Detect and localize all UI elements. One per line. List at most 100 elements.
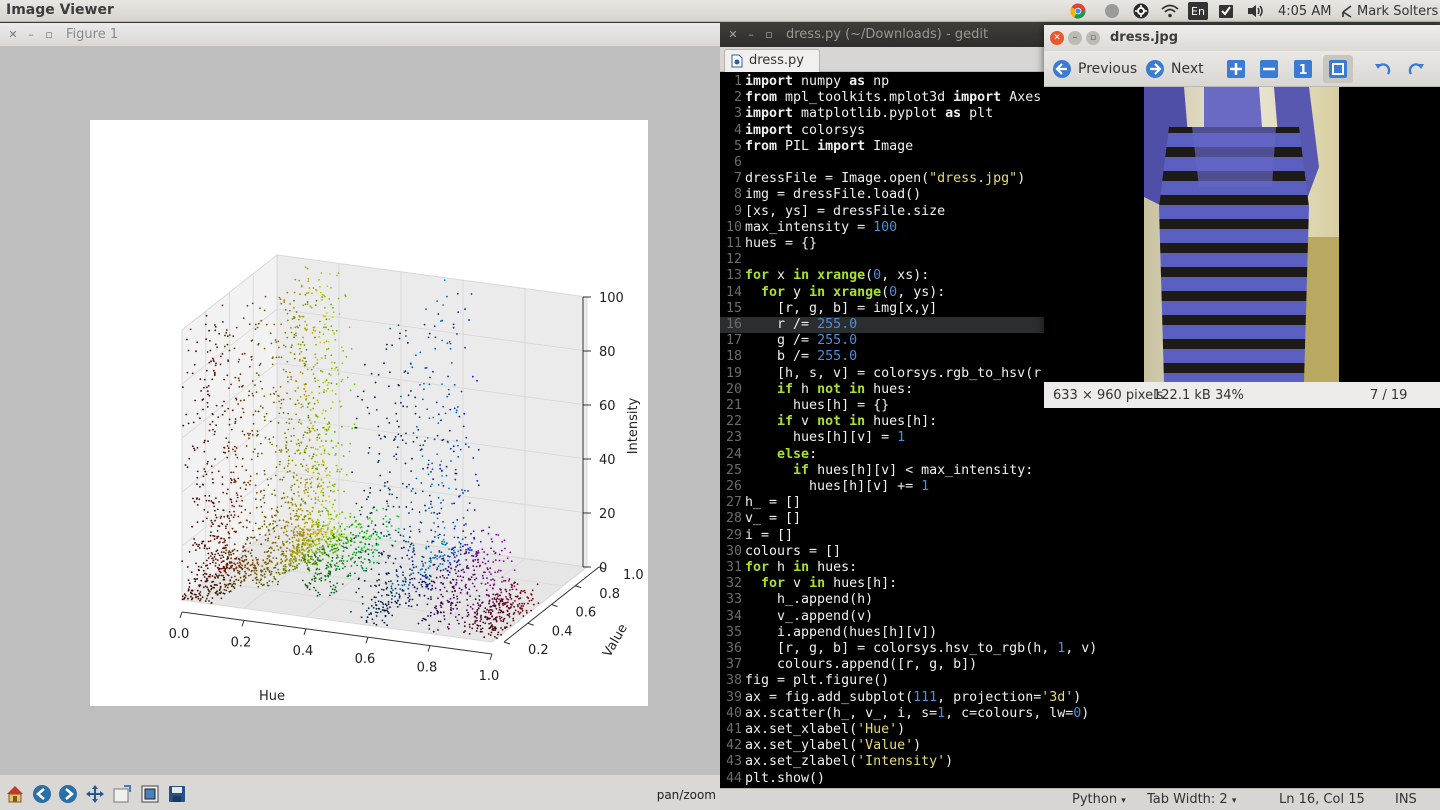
chrome-icon[interactable] (1068, 2, 1088, 20)
dress-photo[interactable] (1144, 87, 1339, 382)
tab-width-selector[interactable]: Tab Width: 2 ▾ (1147, 792, 1236, 807)
scatter-point (509, 551, 512, 554)
scatter-point (246, 304, 249, 307)
scatter-point (421, 560, 423, 563)
scatter-point (238, 379, 241, 382)
back-icon[interactable] (31, 783, 53, 805)
zoom-in-icon[interactable] (1225, 59, 1247, 79)
code-line[interactable]: 42 ax.set_ylabel('Value') (720, 738, 1440, 754)
clock[interactable]: 4:05 AM (1278, 2, 1331, 20)
scatter-point (387, 487, 390, 489)
code-line[interactable]: 23 hues[h][v] = 1 (720, 430, 1440, 446)
scatter-point (408, 558, 411, 560)
code-line[interactable]: 33 h_.append(h) (720, 592, 1440, 608)
maximize-icon[interactable]: ▫ (42, 28, 56, 42)
scatter-point (482, 577, 485, 580)
scatter-point (302, 434, 305, 436)
close-icon[interactable]: ✕ (1050, 31, 1064, 45)
scatter-point (500, 633, 502, 636)
minimize-icon[interactable]: – (744, 28, 758, 42)
code-line[interactable]: 24 else: (720, 447, 1440, 463)
home-icon[interactable] (4, 783, 26, 805)
forward-icon[interactable] (57, 783, 79, 805)
code-token: ) (1081, 705, 1090, 721)
scatter-point (333, 591, 335, 594)
user-menu[interactable]: Mark Solters (1340, 2, 1438, 20)
scatter-point (254, 522, 257, 525)
gedit-statusbar: Python ▾ Tab Width: 2 ▾ Ln 16, Col 15 IN… (720, 788, 1440, 810)
code-line[interactable]: 39 ax = fig.add_subplot(111, projection='… (720, 690, 1440, 706)
scatter-point (222, 547, 224, 550)
code-line[interactable]: 27 h_ = [] (720, 495, 1440, 511)
scatter-point (398, 425, 400, 428)
code-line[interactable]: 28 v_ = [] (720, 511, 1440, 527)
plot-canvas[interactable]: 0.0 0.2 0.4 0.6 0.8 1.0 0.2 0.4 0.6 0.8 1.0 0 20 40 60… (90, 120, 648, 706)
maximize-icon[interactable]: ▫ (762, 28, 776, 42)
scatter-point (404, 462, 407, 465)
rotate-left-icon[interactable] (1372, 59, 1394, 79)
scatter-3d-plot[interactable]: 0.00.20.40.60.81.00.20.40.60.81.00204060… (90, 120, 648, 706)
scatter-point (395, 453, 398, 456)
code-line[interactable]: 22 if v not in hues[h]: (720, 414, 1440, 430)
scatter-point (294, 326, 297, 329)
checkbox-indicator-icon[interactable] (1216, 2, 1236, 20)
code-line[interactable]: 25 if hues[h][v] < max_intensity: (720, 463, 1440, 479)
scatter-point (320, 463, 323, 466)
code-line[interactable]: 34 v_.append(v) (720, 609, 1440, 625)
keyboard-layout-indicator[interactable]: En (1188, 2, 1208, 20)
maximize-icon[interactable]: ▫ (1086, 31, 1100, 45)
scatter-point (512, 602, 514, 604)
close-icon[interactable]: ✕ (6, 28, 20, 42)
code-line[interactable]: 43 ax.set_zlabel('Intensity') (720, 754, 1440, 770)
code-line[interactable]: 37 colours.append([r, g, b]) (720, 657, 1440, 673)
line-number: 13 (725, 268, 742, 284)
close-icon[interactable]: ✕ (726, 28, 740, 42)
code-line[interactable]: 32 for v in hues[h]: (720, 576, 1440, 592)
language-selector[interactable]: Python ▾ (1072, 792, 1126, 807)
code-line[interactable]: 31 for h in hues: (720, 560, 1440, 576)
next-button[interactable]: Next (1145, 59, 1204, 79)
code-line[interactable]: 38 fig = plt.figure() (720, 673, 1440, 689)
minimize-icon[interactable]: – (1068, 31, 1082, 45)
save-icon[interactable] (166, 783, 188, 805)
scatter-point (198, 417, 201, 420)
scatter-point (318, 392, 321, 395)
settings-icon[interactable] (1131, 2, 1151, 20)
pan-icon[interactable] (84, 783, 106, 805)
scatter-point (476, 602, 479, 604)
scatter-point (400, 401, 402, 404)
code-token: import (817, 138, 866, 154)
subplots-icon[interactable] (139, 783, 161, 805)
volume-icon[interactable] (1245, 2, 1267, 20)
code-line[interactable]: 41 ax.set_xlabel('Hue') (720, 722, 1440, 738)
code-line[interactable]: 44 plt.show() (720, 771, 1440, 787)
scatter-point (244, 508, 247, 511)
zoom-icon[interactable] (111, 783, 133, 805)
scatter-point (343, 533, 345, 536)
scatter-point (286, 392, 288, 395)
scatter-point (411, 569, 413, 571)
rotate-right-icon[interactable] (1405, 59, 1427, 79)
code-line[interactable]: 26 hues[h][v] += 1 (720, 479, 1440, 495)
code-line[interactable]: 36 [r, g, b] = colorsys.hsv_to_rgb(h, 1,… (720, 641, 1440, 657)
scatter-point (261, 565, 264, 567)
code-line[interactable]: 29 i = [] (720, 528, 1440, 544)
best-fit-icon[interactable] (1323, 55, 1353, 83)
scatter-point (333, 544, 336, 547)
scatter-point (454, 616, 457, 618)
scatter-point (452, 450, 455, 453)
image-display[interactable] (1044, 87, 1440, 382)
normal-size-icon[interactable]: 1 (1292, 59, 1314, 79)
minimize-icon[interactable]: – (24, 28, 38, 42)
scatter-point (367, 553, 370, 556)
code-line[interactable]: 35 i.append(hues[h][v]) (720, 625, 1440, 641)
tab-dress-py[interactable]: dress.py (724, 49, 820, 72)
wifi-icon[interactable] (1159, 2, 1181, 20)
scatter-point (461, 489, 463, 491)
zoom-out-icon[interactable] (1258, 59, 1280, 79)
code-line[interactable]: 30 colours = [] (720, 544, 1440, 560)
scatter-point (240, 511, 243, 514)
gray-circle-icon[interactable] (1102, 2, 1122, 20)
previous-button[interactable]: Previous (1052, 59, 1137, 79)
code-line[interactable]: 40 ax.scatter(h_, v_, i, s=1, c=colours, … (720, 706, 1440, 722)
